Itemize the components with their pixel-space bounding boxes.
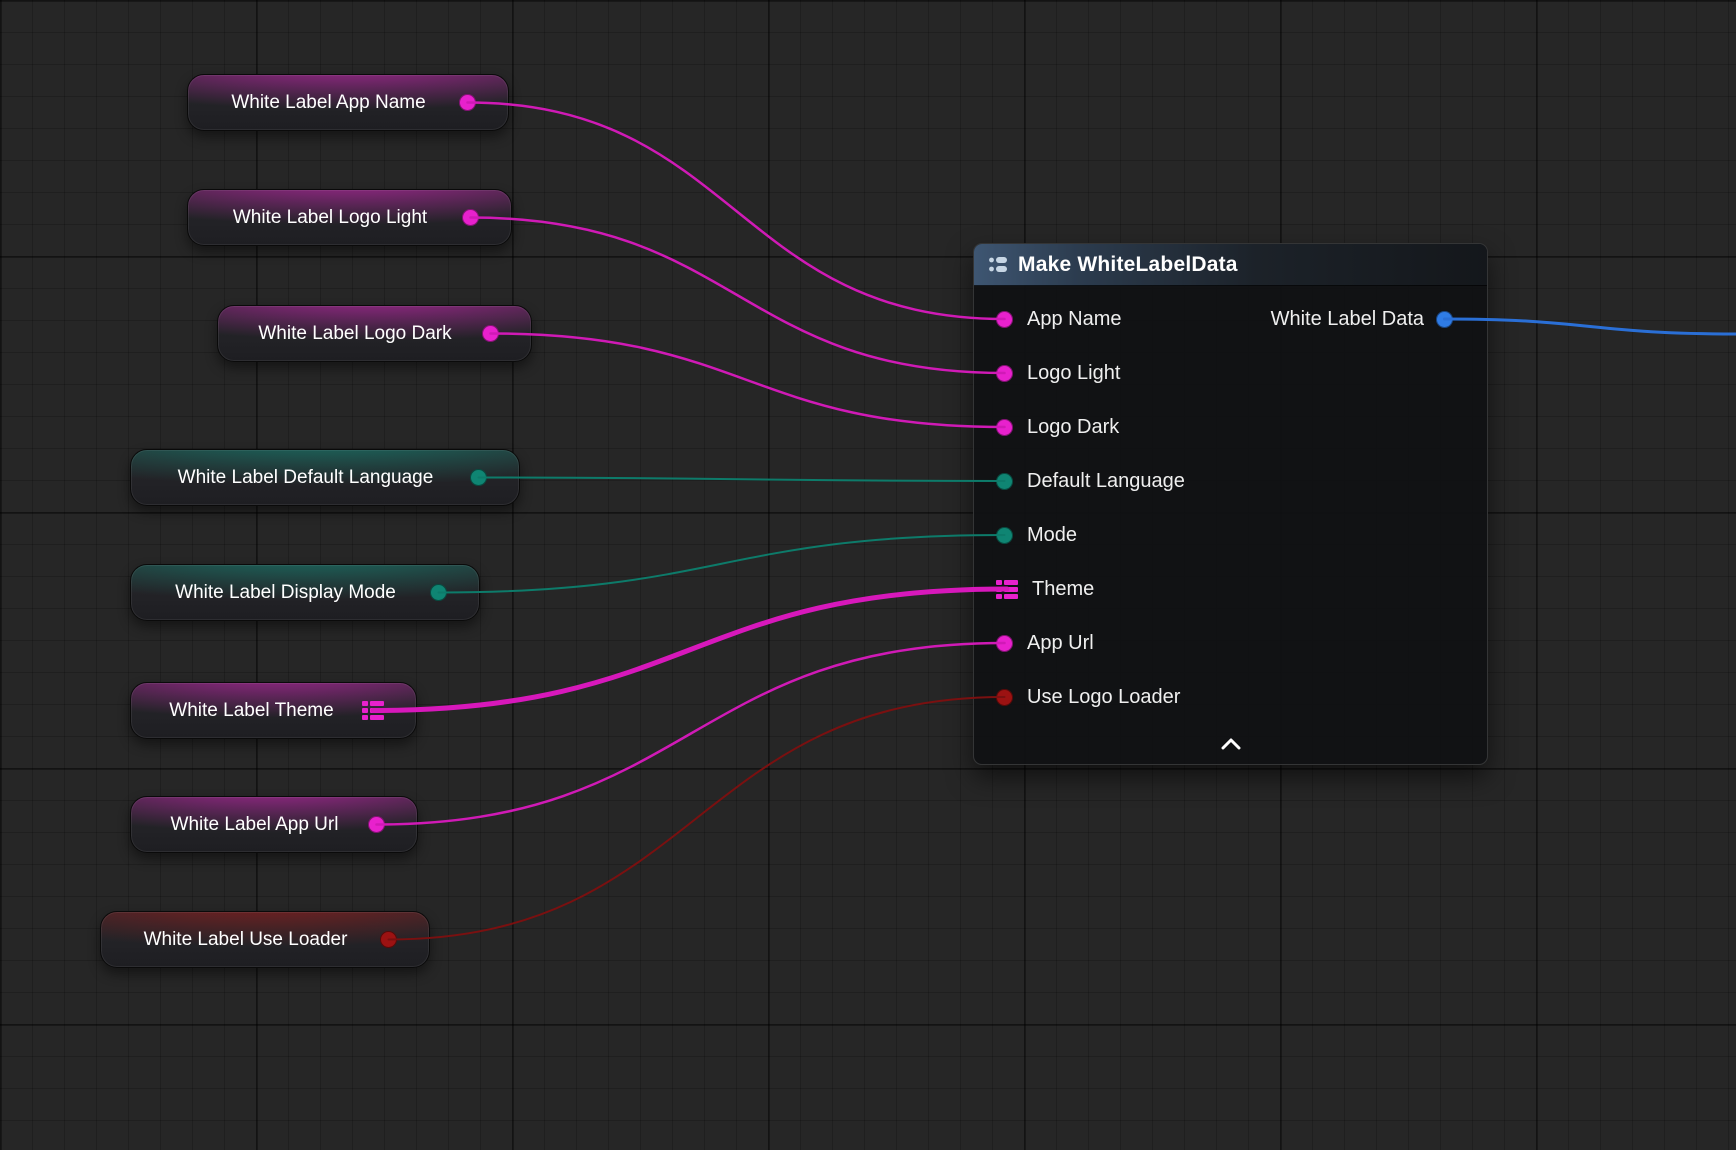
wire-connection[interactable] (471, 218, 1005, 374)
input-pin-label: Theme (1032, 578, 1094, 601)
variable-getter-label: White Label Default Language (153, 467, 470, 489)
output-pin[interactable] (368, 816, 385, 833)
node-body: App Name Logo Light Logo Dark Default La… (974, 286, 1487, 724)
input-pin-label: Mode (1027, 524, 1077, 547)
output-pin[interactable] (459, 94, 476, 111)
variable-getter-default-language[interactable]: White Label Default Language (130, 449, 520, 506)
wire-connection[interactable] (389, 697, 1005, 940)
variable-getter-label: White Label Display Mode (153, 582, 430, 604)
variable-getter-display-mode[interactable]: White Label Display Mode (130, 564, 480, 621)
output-pin-label: White Label Data (1271, 308, 1424, 331)
variable-getter-logo-light[interactable]: White Label Logo Light (187, 189, 512, 246)
input-pin-label: Logo Dark (1027, 416, 1119, 439)
variable-getter-app-name[interactable]: White Label App Name (187, 74, 509, 131)
node-header[interactable]: Make WhiteLabelData (974, 244, 1487, 286)
wire-connection[interactable] (439, 535, 1005, 593)
input-pin[interactable] (996, 689, 1013, 706)
input-pin[interactable] (996, 635, 1013, 652)
input-row-default-language: Default Language (974, 454, 1487, 508)
make-struct-node[interactable]: Make WhiteLabelData White Label Data App… (973, 243, 1488, 765)
input-pin-label: Logo Light (1027, 362, 1120, 385)
input-row-logo-dark: Logo Dark (974, 400, 1487, 454)
node-title: Make WhiteLabelData (1018, 253, 1238, 277)
variable-getter-label: White Label Use Loader (123, 929, 380, 951)
input-pin[interactable] (996, 365, 1013, 382)
input-pin-label: App Url (1027, 632, 1094, 655)
input-row-logo-light: Logo Light (974, 346, 1487, 400)
wire-connection[interactable] (1445, 319, 1736, 334)
variable-getter-label: White Label Logo Dark (240, 323, 482, 345)
wire-connection[interactable] (479, 478, 1005, 482)
input-pin[interactable] (996, 527, 1013, 544)
collapse-node-button[interactable] (1213, 732, 1249, 756)
output-row: White Label Data (1271, 292, 1453, 346)
struct-grid-icon[interactable] (996, 580, 1018, 599)
output-pin[interactable] (430, 584, 447, 601)
chevron-up-icon (1221, 738, 1241, 750)
output-pin[interactable] (380, 931, 397, 948)
output-pin[interactable] (462, 209, 479, 226)
struct-grid-icon[interactable] (362, 701, 384, 720)
blueprint-graph-canvas[interactable]: White Label App Name White Label Logo Li… (0, 0, 1736, 1150)
wire-connection[interactable] (377, 643, 1005, 825)
wire-connection[interactable] (468, 103, 1005, 320)
variable-getter-label: White Label Theme (153, 700, 362, 722)
output-pin[interactable] (482, 325, 499, 342)
input-row-app-url: App Url (974, 616, 1487, 670)
input-pin[interactable] (996, 311, 1013, 328)
input-row-theme: Theme (974, 562, 1487, 616)
input-pin[interactable] (996, 473, 1013, 490)
variable-getter-logo-dark[interactable]: White Label Logo Dark (217, 305, 532, 362)
input-pin-label: App Name (1027, 308, 1122, 331)
variable-getter-label: White Label App Name (210, 92, 459, 114)
variable-getter-label: White Label Logo Light (210, 207, 462, 229)
input-row-mode: Mode (974, 508, 1487, 562)
make-struct-icon (988, 255, 1008, 275)
output-pin[interactable] (470, 469, 487, 486)
variable-getter-label: White Label App Url (153, 814, 368, 836)
variable-getter-use-loader[interactable]: White Label Use Loader (100, 911, 430, 968)
input-pin[interactable] (996, 419, 1013, 436)
input-pin-label: Use Logo Loader (1027, 686, 1180, 709)
variable-getter-app-url[interactable]: White Label App Url (130, 796, 418, 853)
variable-getter-theme[interactable]: White Label Theme (130, 682, 417, 739)
input-pin-label: Default Language (1027, 470, 1185, 493)
input-row-use-logo-loader: Use Logo Loader (974, 670, 1487, 724)
wire-connection[interactable] (491, 334, 1005, 428)
output-pin[interactable] (1436, 311, 1453, 328)
